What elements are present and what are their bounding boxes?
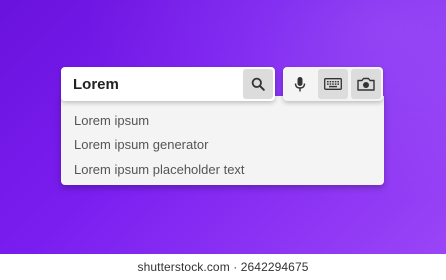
microphone-icon [294,76,306,93]
watermark-text: shutterstock.com · 2642294675 [137,260,309,274]
suggestion-item[interactable]: Lorem ipsum [74,113,149,128]
search-input[interactable]: Lorem [61,67,275,101]
voice-search-button[interactable] [285,69,315,99]
suggestion-item[interactable]: Lorem ipsum generator [74,137,208,152]
camera-icon [357,77,375,91]
keyboard-icon [324,78,342,90]
watermark-bar: shutterstock.com · 2642294675 [0,254,446,280]
keyboard-button[interactable] [318,69,348,99]
image-search-button[interactable] [351,69,381,99]
suggestion-item[interactable]: Lorem ipsum placeholder text [74,162,245,177]
search-tools [283,67,383,101]
suggestions-dropdown: Lorem ipsum Lorem ipsum generator Lorem … [61,96,384,185]
search-query-text: Lorem [73,76,119,93]
search-icon [251,77,265,91]
search-button[interactable] [243,69,273,99]
